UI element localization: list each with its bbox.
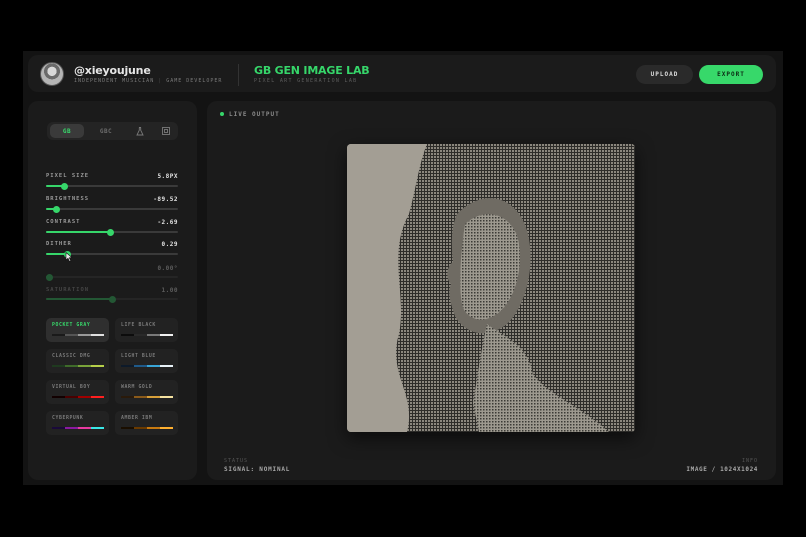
mouse-pointer-icon	[65, 252, 73, 262]
user-roles: INDEPENDENT MUSICIAN | GAME DEVELOPER	[74, 78, 223, 84]
palette-name: WARM GOLD	[121, 385, 153, 390]
slider-track[interactable]	[46, 182, 178, 190]
palette-cyberpunk[interactable]: CYBERPUNK	[46, 411, 109, 435]
slider-handle[interactable]	[53, 205, 61, 213]
live-output-label: LIVE OUTPUT	[229, 111, 280, 118]
grid-icon[interactable]	[159, 124, 173, 138]
palette-name: VIRTUAL BOY	[52, 385, 91, 390]
flask-icon[interactable]	[133, 124, 147, 138]
tab-gb[interactable]: GB	[50, 124, 84, 138]
slider-handle[interactable]	[46, 273, 54, 281]
export-button[interactable]: EXPORT	[699, 65, 763, 84]
slider-value: -89.52	[153, 196, 178, 203]
avatar[interactable]	[40, 62, 64, 86]
slider-label: SATURATION	[46, 287, 90, 293]
palette-swatches	[52, 396, 104, 398]
slider-value: 5.8PX	[157, 173, 178, 180]
slider-track[interactable]	[46, 273, 178, 281]
palette-swatches	[52, 427, 104, 429]
slider-label: PIXEL SIZE	[46, 173, 90, 179]
palette-life-black[interactable]: LIFE BLACK	[115, 318, 178, 342]
username: @xieyoujune	[74, 64, 151, 77]
palette-swatches	[121, 427, 173, 429]
slider-label: CONTRAST	[46, 219, 81, 225]
palette-name: CYBERPUNK	[52, 416, 84, 421]
output-image[interactable]	[347, 144, 635, 432]
palette-swatches	[121, 334, 173, 336]
slider-track[interactable]	[46, 205, 178, 213]
palette-name: CLASSIC DMG	[52, 354, 91, 359]
slider-handle[interactable]	[107, 228, 115, 236]
palette-name: POCKET GRAY	[52, 323, 91, 328]
header-divider	[238, 64, 239, 86]
slider-label: DITHER	[46, 241, 72, 247]
status-key: STATUS	[224, 458, 249, 464]
slider-value: 0.29	[161, 241, 178, 248]
palette-swatches	[52, 365, 104, 367]
slider-track[interactable]	[46, 295, 178, 303]
palette-swatches	[52, 334, 104, 336]
app-subtitle: PIXEL ART GENERATION LAB	[254, 78, 358, 84]
slider-value: -2.69	[157, 219, 178, 226]
slider-value: 0.00°	[157, 265, 178, 272]
palette-pocket-gray[interactable]: POCKET GRAY	[46, 318, 109, 342]
tab-gbc[interactable]: GBC	[92, 124, 120, 138]
palette-warm-gold[interactable]: WARM GOLD	[115, 380, 178, 404]
role-musician: INDEPENDENT MUSICIAN	[74, 78, 155, 84]
palette-name: LIFE BLACK	[121, 323, 156, 328]
slider-handle[interactable]	[60, 182, 68, 190]
slider-track[interactable]	[46, 228, 178, 236]
role-developer: GAME DEVELOPER	[166, 78, 223, 84]
live-indicator-icon	[220, 112, 224, 116]
info-value: IMAGE / 1024X1024	[686, 466, 758, 473]
info-key: INFO	[741, 458, 758, 464]
palette-classic-dmg[interactable]: CLASSIC DMG	[46, 349, 109, 373]
palette-amber-ibm[interactable]: AMBER IBM	[115, 411, 178, 435]
palette-name: LIGHT BLUE	[121, 354, 156, 359]
portrait-image	[347, 144, 635, 432]
slider-handle[interactable]	[108, 295, 116, 303]
status-value: SIGNAL: NOMINAL	[224, 466, 291, 473]
upload-button[interactable]: UPLOAD	[636, 65, 693, 84]
app-title: GB GEN IMAGE LAB	[254, 64, 370, 77]
palette-swatches	[121, 396, 173, 398]
slider-value: 1.00	[161, 287, 178, 294]
palette-swatches	[121, 365, 173, 367]
palette-light-blue[interactable]: LIGHT BLUE	[115, 349, 178, 373]
palette-name: AMBER IBM	[121, 416, 153, 421]
slider-label: BRIGHTNESS	[46, 196, 90, 202]
palette-virtual-boy[interactable]: VIRTUAL BOY	[46, 380, 109, 404]
